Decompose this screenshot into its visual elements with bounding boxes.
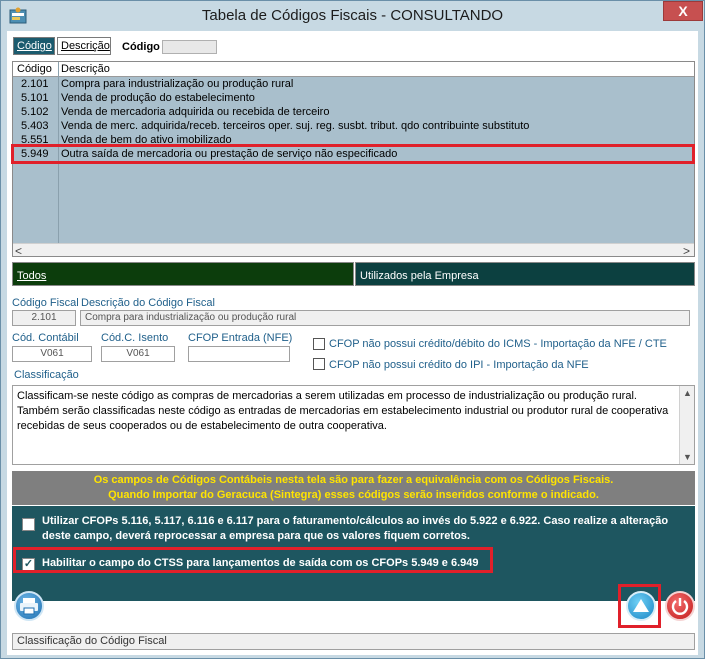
search-label: Código	[122, 41, 160, 53]
codigo-fiscal-label: Código Fiscal	[12, 297, 79, 309]
chk-icms-label: CFOP não possui crédito/débito do ICMS -…	[329, 338, 667, 350]
classificacao-textarea[interactable]: Classificam-se neste código as compras d…	[12, 385, 695, 465]
row-desc: Outra saída de mercadoria ou prestação d…	[61, 148, 398, 160]
opt1-label: Utilizar CFOPs 5.116, 5.117, 6.116 e 6.1…	[42, 515, 669, 542]
cod-isento-label: Cód.C. Isento	[101, 332, 169, 344]
filter-todos-label: Todos	[17, 270, 47, 282]
cod-contabil-field[interactable]: V061	[12, 346, 92, 362]
options-panel: Utilizar CFOPs 5.116, 5.117, 6.116 e 6.1…	[12, 506, 695, 601]
printer-icon	[20, 598, 38, 615]
horizontal-scrollbar[interactable]: < >	[13, 243, 694, 256]
row-code: 5.102	[21, 106, 49, 118]
filter-utilizados-label: Utilizados pela Empresa	[360, 270, 479, 282]
row-code: 5.101	[21, 92, 49, 104]
power-icon	[671, 598, 689, 615]
row-code: 5.949	[21, 148, 49, 160]
cfop-grid[interactable]: Código Descrição 2.101 Compra para indus…	[12, 61, 695, 257]
row-desc: Venda de bem do ativo imobilizado	[61, 134, 232, 143]
notice-line-2: Quando Importar do Geracuca (Sintegra) e…	[108, 489, 599, 501]
status-bar: Classificação do Código Fiscal	[12, 633, 695, 650]
table-row[interactable]: 5.551 Venda de bem do ativo imobilizado	[13, 134, 694, 143]
opt2-checkbox[interactable]: ✓	[22, 558, 35, 571]
notice-line-1: Os campos de Códigos Contábeis nesta tel…	[93, 474, 614, 486]
close-button[interactable]: X	[663, 1, 703, 21]
row-desc: Venda de merc. adquirida/receb. terceiro…	[61, 120, 530, 132]
search-input[interactable]	[162, 40, 217, 54]
cfop-entrada-field[interactable]	[188, 346, 290, 362]
row-code: 5.403	[21, 120, 49, 132]
print-button[interactable]	[14, 591, 44, 621]
scroll-up-icon[interactable]: ▲	[683, 388, 692, 398]
table-row[interactable]: 2.101 Compra para industrialização ou pr…	[13, 78, 694, 91]
row-desc: Compra para industrialização ou produção…	[61, 78, 294, 90]
classificacao-label: Classificação	[14, 369, 79, 381]
table-row[interactable]: 5.101 Venda de produção do estabelecimen…	[13, 92, 694, 105]
row-code: 2.101	[21, 78, 49, 90]
scroll-down-icon[interactable]: ▼	[683, 452, 692, 462]
filter-utilizados[interactable]: Utilizados pela Empresa	[355, 262, 695, 286]
notice-banner: Os campos de Códigos Contábeis nesta tel…	[12, 471, 695, 505]
tab-descricao[interactable]: Descrição	[57, 37, 111, 55]
classificacao-text: Classificam-se neste código as compras d…	[17, 390, 669, 432]
cod-contabil-label: Cód. Contábil	[12, 332, 79, 344]
filter-todos[interactable]: Todos	[12, 262, 354, 286]
opt1-checkbox[interactable]	[22, 518, 35, 531]
scroll-right-icon[interactable]: >	[683, 244, 690, 256]
descricao-label: Descrição do Código Fiscal	[81, 297, 215, 309]
row-desc: Venda de mercadoria adquirida ou recebid…	[61, 106, 330, 118]
header-descricao[interactable]: Descrição	[61, 63, 110, 75]
header-codigo[interactable]: Código	[17, 63, 52, 75]
title-bar: Tabela de Códigos Fiscais - CONSULTANDO …	[1, 1, 704, 31]
row-code: 5.551	[21, 134, 49, 143]
cfop-entrada-label: CFOP Entrada (NFE)	[188, 332, 293, 344]
tab-codigo[interactable]: Código	[13, 37, 55, 55]
vertical-scrollbar[interactable]: ▲ ▼	[679, 386, 694, 464]
descricao-field[interactable]: Compra para industrialização ou produção…	[80, 310, 690, 326]
move-up-button[interactable]	[626, 591, 656, 621]
exit-button[interactable]	[665, 591, 695, 621]
triangle-up-icon	[633, 599, 649, 612]
chk-ipi-label: CFOP não possui crédito do IPI - Importa…	[329, 359, 589, 371]
table-row[interactable]: 5.403 Venda de merc. adquirida/receb. te…	[13, 120, 694, 133]
opt2-label: Habilitar o campo do CTSS para lançament…	[42, 557, 479, 569]
table-row-selected[interactable]: 5.949 Outra saída de mercadoria ou prest…	[13, 148, 694, 161]
main-window: Tabela de Códigos Fiscais - CONSULTANDO …	[0, 0, 705, 659]
chk-ipi-checkbox[interactable]	[313, 358, 325, 370]
codigo-fiscal-field[interactable]: 2.101	[12, 310, 76, 326]
row-desc: Venda de produção do estabelecimento	[61, 92, 255, 104]
cod-isento-field[interactable]: V061	[101, 346, 175, 362]
window-title: Tabela de Códigos Fiscais - CONSULTANDO	[201, 7, 504, 24]
chk-icms-checkbox[interactable]	[313, 338, 325, 350]
table-row[interactable]: 5.102 Venda de mercadoria adquirida ou r…	[13, 106, 694, 119]
scroll-left-icon[interactable]: <	[15, 244, 22, 256]
grid-header: Código Descrição	[13, 62, 694, 77]
client-area: Código Descrição Código Código Descrição…	[7, 31, 698, 655]
